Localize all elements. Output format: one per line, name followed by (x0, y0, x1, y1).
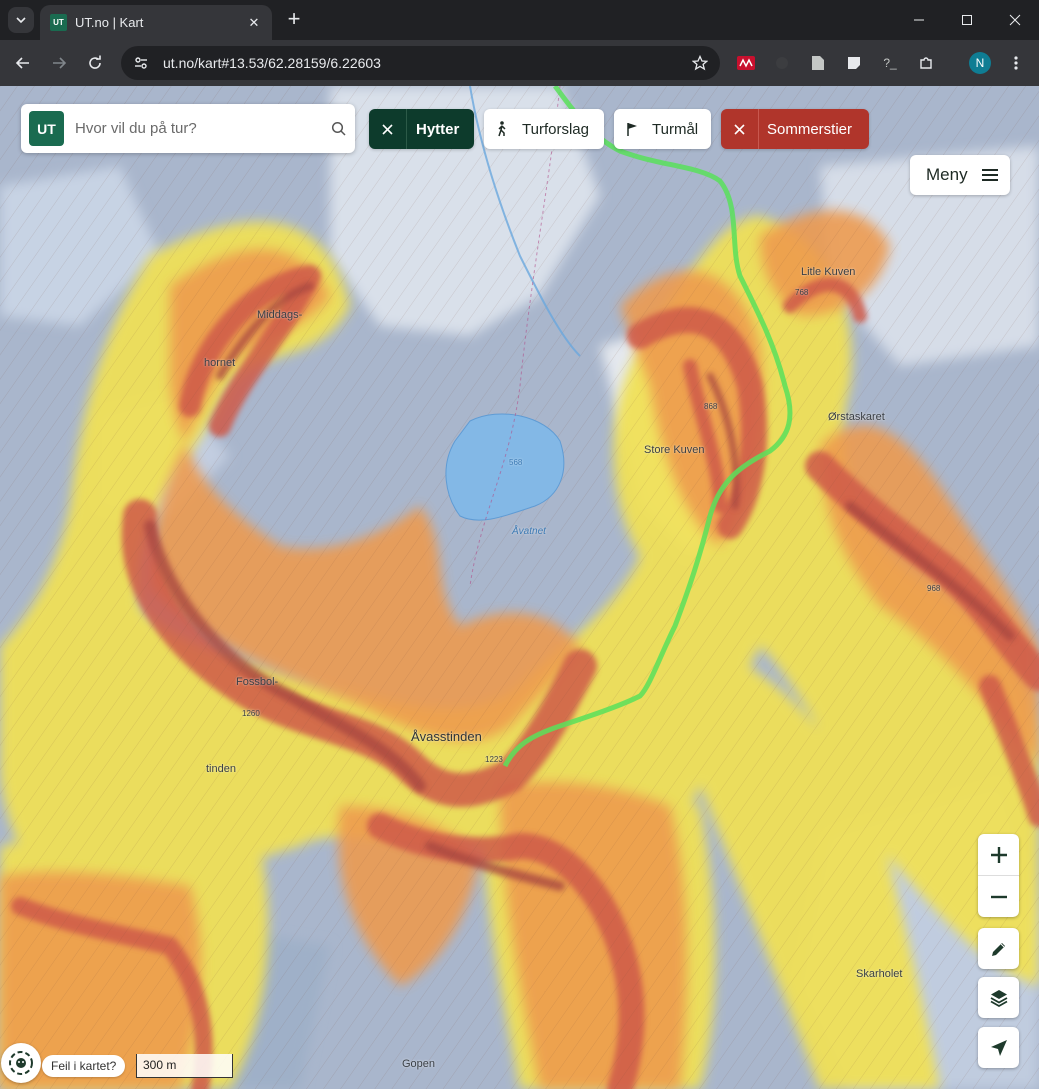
zoom-in-button[interactable] (978, 834, 1019, 875)
window-controls (895, 0, 1039, 40)
map-label-elevation-968: 968 (927, 584, 941, 593)
report-error-button[interactable] (1, 1043, 41, 1083)
extensions-puzzle-icon[interactable] (916, 53, 936, 73)
map-canvas[interactable] (0, 86, 1039, 1089)
address-bar[interactable]: ut.no/kart#13.53/62.28159/6.22603 (121, 46, 720, 80)
contour-lines (0, 86, 1039, 1089)
ut-logo[interactable]: UT (29, 111, 64, 146)
map-label-elevation-568: 568 (509, 458, 523, 467)
layers-icon (990, 989, 1007, 1007)
reload-icon (89, 55, 101, 69)
map-label-avasstinden: Åvasstinden (411, 729, 482, 744)
star-icon[interactable] (692, 55, 708, 71)
close-icon (1009, 14, 1021, 26)
map-label-skarholet: Skarholet (856, 968, 903, 980)
ut-favicon-icon: UT (50, 14, 67, 31)
filter-hytter-label: Hytter (416, 120, 460, 138)
menu-button[interactable]: Meny (910, 155, 1010, 195)
filter-sommerstier-button[interactable]: Sommerstier (721, 109, 869, 149)
flag-icon (614, 109, 650, 149)
profile-avatar[interactable]: N (969, 52, 991, 74)
map-label-store-kuven: Store Kuven (644, 444, 705, 456)
map-label-litle-kuven: Litle Kuven (801, 266, 856, 278)
hamburger-icon (982, 169, 998, 181)
filter-turforslag-button[interactable]: Turforslag (484, 109, 604, 149)
menu-label: Meny (926, 165, 968, 184)
hiker-icon (484, 109, 520, 149)
map-label-middagshornet-1: Middags- (257, 309, 303, 321)
minimize-icon (914, 19, 924, 21)
tab-title: UT.no | Kart (75, 15, 144, 30)
map-viewport[interactable]: Middags- hornet Litle Kuven 768 868 Ørst… (0, 86, 1039, 1089)
close-window-button[interactable] (991, 0, 1039, 40)
filter-sommerstier-label: Sommerstier (767, 120, 853, 138)
filter-turmal-button[interactable]: Turmål (614, 109, 711, 149)
extension-document-icon[interactable] (808, 53, 828, 73)
search-box: UT (21, 104, 355, 153)
report-error-label[interactable]: Feil i kartet? (42, 1055, 126, 1077)
close-icon[interactable] (721, 109, 759, 149)
minimize-button[interactable] (895, 0, 943, 40)
map-layers-button[interactable] (978, 977, 1019, 1018)
forward-button[interactable] (46, 50, 72, 76)
browser-toolbar: ut.no/kart#13.53/62.28159/6.22603 ?_ N (0, 40, 1039, 86)
arrow-left-icon (15, 57, 29, 69)
scale-bar: 300 m (136, 1054, 233, 1078)
extension-terminal-icon[interactable]: ?_ (880, 53, 900, 73)
maximize-button[interactable] (943, 0, 991, 40)
map-label-orstaskaret: Ørstaskaret (828, 411, 885, 423)
filter-turmal-label: Turmål (652, 120, 699, 138)
draw-route-button[interactable] (978, 928, 1019, 969)
url-text: ut.no/kart#13.53/62.28159/6.22603 (163, 55, 381, 71)
bug-icon (9, 1051, 33, 1075)
navigation-arrow-icon (990, 1039, 1007, 1056)
filter-turforslag-label: Turforslag (522, 120, 589, 138)
tab-strip: UT UT.no | Kart ✕ + (0, 0, 1039, 40)
chevron-down-icon (16, 17, 26, 24)
my-location-button[interactable] (978, 1027, 1019, 1068)
zoom-out-button[interactable] (978, 876, 1019, 917)
new-tab-button[interactable]: + (283, 8, 305, 32)
extension-note-icon[interactable] (844, 53, 864, 73)
maximize-icon (962, 15, 972, 25)
close-icon[interactable] (369, 109, 407, 149)
map-label-avatnet: Åvatnet (512, 526, 546, 537)
minus-icon (990, 895, 1007, 898)
pencil-icon (991, 942, 1005, 956)
map-label-fossbol-2: tinden (206, 763, 236, 775)
plus-icon (990, 846, 1007, 863)
arrow-right-icon (53, 57, 67, 69)
tab-search-button[interactable] (8, 7, 34, 33)
map-label-fossbol-1: Fossbol- (236, 676, 279, 688)
extension-red-icon[interactable] (736, 53, 756, 73)
reload-button[interactable] (82, 50, 108, 76)
map-label-elevation-768: 768 (795, 288, 809, 297)
filter-hytter-button[interactable]: Hytter (369, 109, 474, 149)
search-input[interactable] (75, 120, 331, 137)
map-label-elevation-1223: 1223 (485, 755, 503, 764)
tab-close-icon[interactable]: ✕ (246, 15, 262, 31)
browser-tab[interactable]: UT UT.no | Kart ✕ (40, 5, 272, 40)
map-label-elevation-1260: 1260 (242, 709, 260, 718)
tune-icon[interactable] (133, 55, 149, 71)
map-label-gopen: Gopen (402, 1058, 436, 1070)
zoom-controls (978, 834, 1019, 917)
map-label-middagshornet-2: hornet (204, 357, 236, 369)
map-label-elevation-868: 868 (704, 402, 718, 411)
extension-dark-icon[interactable] (772, 53, 792, 73)
back-button[interactable] (10, 50, 36, 76)
kebab-menu-icon[interactable] (1006, 53, 1026, 73)
search-icon[interactable] (331, 121, 347, 137)
